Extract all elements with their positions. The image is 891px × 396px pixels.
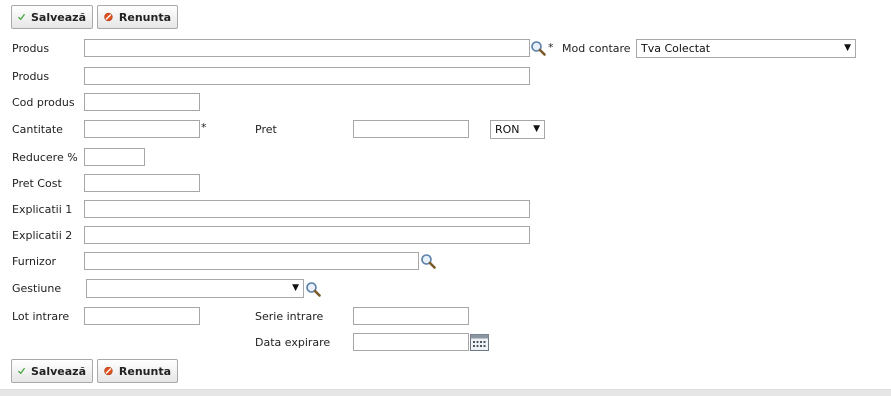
forbidden-icon	[104, 366, 113, 376]
cancel-button-label: Renunta	[118, 364, 171, 378]
magnifier-icon[interactable]	[420, 253, 436, 269]
produs-search-label: Produs	[12, 42, 50, 55]
required-mark: *	[201, 121, 207, 134]
save-button-top[interactable]: Salvează	[11, 5, 93, 29]
pret-input[interactable]	[353, 120, 469, 138]
data-expirare-label: Data expirare	[255, 336, 331, 349]
produs-name-label: Produs	[12, 70, 50, 83]
explicatii2-label: Explicatii 2	[12, 229, 73, 242]
mod-contare-value: Tva Colectat	[641, 42, 711, 55]
lot-intrare-label: Lot intrare	[12, 310, 70, 323]
mod-contare-select[interactable]: Tva Colectat ▼	[636, 39, 856, 58]
serie-intrare-label: Serie intrare	[255, 310, 324, 323]
serie-intrare-input[interactable]	[353, 307, 469, 325]
reducere-input[interactable]	[84, 148, 145, 166]
furnizor-label: Furnizor	[12, 255, 57, 268]
cod-produs-label: Cod produs	[12, 96, 75, 109]
cod-produs-input[interactable]	[84, 93, 200, 111]
currency-value: RON	[495, 123, 520, 136]
magnifier-icon[interactable]	[305, 281, 321, 297]
save-button-label: Salvează	[31, 10, 86, 24]
cantitate-label: Cantitate	[12, 123, 63, 136]
cantitate-input[interactable]	[84, 120, 200, 138]
explicatii1-input[interactable]	[84, 200, 530, 218]
chevron-down-icon: ▼	[533, 124, 540, 134]
save-button-bottom[interactable]: Salvează	[11, 359, 93, 383]
cancel-button-bottom[interactable]: Renunta	[97, 359, 178, 383]
produs-name-input[interactable]	[84, 67, 530, 85]
pret-cost-input[interactable]	[84, 174, 200, 192]
mod-contare-label: Mod contare	[562, 42, 631, 55]
required-mark: *	[548, 41, 554, 54]
produs-search-input[interactable]	[84, 39, 530, 57]
form-panel	[0, 0, 891, 389]
currency-select[interactable]: RON ▼	[490, 120, 545, 139]
pret-cost-label: Pret Cost	[12, 177, 62, 190]
calendar-icon[interactable]	[470, 334, 489, 351]
furnizor-input[interactable]	[84, 252, 419, 270]
pret-label: Pret	[255, 123, 277, 136]
save-button-label: Salvează	[31, 364, 86, 378]
lot-intrare-input[interactable]	[84, 307, 200, 325]
chevron-down-icon: ▼	[844, 43, 851, 53]
cancel-button-top[interactable]: Renunta	[97, 5, 178, 29]
data-expirare-input[interactable]	[353, 333, 469, 351]
cancel-button-label: Renunta	[118, 10, 171, 24]
reducere-label: Reducere %	[12, 151, 78, 164]
explicatii2-input[interactable]	[84, 226, 530, 244]
forbidden-icon	[104, 12, 113, 22]
checkmark-icon	[18, 14, 25, 20]
gestiune-select[interactable]: ▼	[86, 279, 304, 298]
explicatii1-label: Explicatii 1	[12, 203, 73, 216]
chevron-down-icon: ▼	[292, 283, 299, 293]
gestiune-label: Gestiune	[12, 282, 62, 295]
magnifier-icon[interactable]	[530, 40, 546, 56]
checkmark-icon	[18, 368, 25, 374]
